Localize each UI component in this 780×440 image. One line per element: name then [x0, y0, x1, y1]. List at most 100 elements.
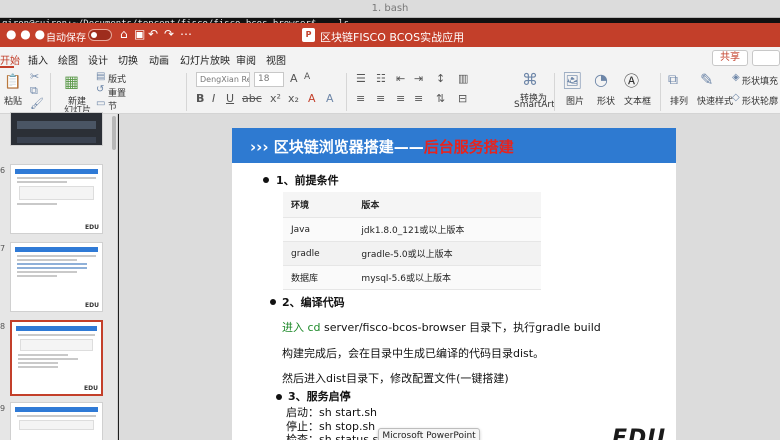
shape-label: 形状 — [597, 97, 616, 107]
tab-design[interactable]: 设计 — [88, 52, 108, 67]
reset-icon[interactable]: ↺ — [96, 84, 104, 95]
tab-view[interactable]: 视图 — [266, 52, 286, 67]
tab-animations[interactable]: 动画 — [149, 52, 169, 67]
section-compile[interactable]: 2、编译代码 — [282, 294, 345, 310]
build-note[interactable]: 构建完成后，会在目录中生成已编译的代码目录dist。 — [282, 345, 544, 361]
status-command[interactable]: 检查：sh status.sh — [286, 431, 385, 440]
thumbnail-watermark: EDU — [85, 224, 99, 231]
section-service[interactable]: 3、服务启停 — [288, 388, 351, 404]
table-cell: Java — [283, 217, 354, 242]
shape-fill-icon[interactable]: ◈ — [732, 72, 740, 83]
thumbnail-watermark: EDU — [85, 302, 99, 309]
textbox-label: 文本框 — [624, 97, 652, 107]
section-prerequisites[interactable]: 1、前提条件 — [276, 172, 339, 188]
more-icon[interactable]: ⋯ — [180, 27, 192, 41]
tab-review[interactable]: 审阅 — [236, 52, 256, 67]
arrange-icon[interactable]: ⧉ — [668, 72, 678, 88]
save-icon[interactable]: ▣ — [134, 27, 145, 41]
slide-thumbnail-selected[interactable]: EDU — [10, 320, 103, 396]
bold-icon[interactable]: B — [196, 92, 204, 105]
increase-indent-icon[interactable]: ⇥ — [414, 72, 423, 85]
paste-icon[interactable]: 📋 — [4, 74, 21, 90]
command-path: server/fisco-bcos-browser 目录下，执行 — [320, 321, 536, 334]
document-title: 区块链FISCO BCOS实战应用 — [320, 31, 465, 44]
superscript-icon[interactable]: x² — [270, 92, 281, 105]
edu-watermark: EDU — [612, 426, 667, 440]
share-button[interactable]: 共享 — [712, 50, 748, 66]
slide-thumbnail[interactable]: EDU — [10, 164, 103, 234]
textbox-icon[interactable]: Ⓐ — [624, 70, 639, 91]
numbering-icon[interactable]: ☷ — [376, 72, 386, 85]
slide-number: 6 — [0, 166, 6, 175]
autosave-label: 自动保存 — [46, 33, 86, 44]
underline-icon[interactable]: U — [226, 92, 234, 105]
smartart-label-2: SmartArt — [514, 100, 555, 110]
align-text-icon[interactable]: ⊟ — [458, 92, 467, 105]
table-header: 版本 — [353, 192, 541, 218]
environment-table[interactable]: 环境 版本 Java jdk1.8.0_121或以上版本 gradle grad… — [283, 192, 541, 290]
table-row: gradle gradle-5.0或以上版本 — [283, 241, 541, 266]
cut-icon[interactable]: ✂ — [30, 70, 39, 83]
arrange-label: 排列 — [670, 97, 689, 107]
text-effects-icon[interactable]: A — [326, 92, 334, 105]
font-name-select[interactable]: DengXian Regular (正文) — [196, 72, 250, 87]
line-spacing-icon[interactable]: ↕ — [436, 72, 445, 85]
tab-transitions[interactable]: 切换 — [118, 52, 138, 67]
decrease-indent-icon[interactable]: ⇤ — [396, 72, 405, 85]
shape-outline-button[interactable]: 形状轮廓 — [742, 94, 778, 107]
active-tab-indicator — [0, 66, 14, 68]
config-note[interactable]: 然后进入dist目录下，修改配置文件(一键搭建) — [282, 370, 509, 386]
shrink-font-icon[interactable]: A — [304, 72, 310, 82]
shape-icon[interactable]: ◔ — [594, 70, 608, 89]
comments-button[interactable] — [752, 50, 780, 66]
slide-thumbnail[interactable] — [10, 112, 103, 146]
bullets-icon[interactable]: ☰ — [356, 72, 366, 85]
quick-styles-icon[interactable]: ✎ — [700, 70, 713, 89]
slide-thumbnails-panel[interactable]: 6 EDU 7 EDU 8 EDU 9 — [0, 112, 118, 440]
shape-outline-icon[interactable]: ◇ — [732, 92, 740, 103]
text-direction-icon[interactable]: ⇅ — [436, 92, 445, 105]
ribbon-separator — [186, 73, 187, 111]
app-tooltip: Microsoft PowerPoint — [378, 428, 480, 440]
columns-icon[interactable]: ▥ — [458, 72, 468, 85]
reset-button[interactable]: 重置 — [108, 86, 126, 99]
new-slide-icon[interactable]: ▦ — [64, 72, 79, 91]
picture-icon[interactable]: 🖼 — [562, 71, 582, 90]
layout-icon[interactable]: ▤ — [96, 71, 105, 82]
tab-home[interactable]: 开始 — [0, 52, 20, 67]
align-center-icon[interactable]: ≡ — [376, 92, 385, 105]
window-controls-icon[interactable]: ● ● ● — [6, 27, 45, 41]
thumbnail-watermark: EDU — [84, 385, 98, 392]
shape-fill-button[interactable]: 形状填充 — [742, 74, 778, 87]
slide-title[interactable]: ››› 区块链浏览器搭建——后台服务搭建 — [250, 136, 514, 157]
font-size-select[interactable]: 18 — [254, 72, 284, 87]
subscript-icon[interactable]: x₂ — [288, 92, 299, 105]
compile-command-line[interactable]: 进入 cd server/fisco-bcos-browser 目录下，执行gr… — [282, 319, 601, 335]
slide-number: 8 — [0, 322, 6, 331]
section-button[interactable]: 节 — [108, 99, 117, 112]
table-cell: gradle — [283, 241, 354, 266]
tab-draw[interactable]: 绘图 — [58, 52, 78, 67]
align-left-icon[interactable]: ≡ — [356, 92, 365, 105]
redo-icon[interactable]: ↷ — [164, 27, 174, 41]
thumbnail-scrollbar[interactable] — [112, 116, 116, 150]
slide-thumbnail[interactable] — [10, 402, 103, 440]
tab-insert[interactable]: 插入 — [28, 52, 48, 67]
undo-icon[interactable]: ↶ — [148, 27, 158, 41]
strikethrough-icon[interactable]: abc — [242, 92, 262, 105]
home-icon[interactable]: ⌂ — [120, 27, 128, 41]
justify-icon[interactable]: ≡ — [414, 92, 423, 105]
slide-thumbnail[interactable]: EDU — [10, 242, 103, 312]
italic-icon[interactable]: I — [212, 92, 215, 105]
layout-button[interactable]: 版式 — [108, 72, 126, 85]
format-painter-icon[interactable]: 🖌 — [30, 97, 44, 110]
section-icon[interactable]: ▭ — [96, 98, 105, 109]
align-right-icon[interactable]: ≡ — [396, 92, 405, 105]
command-build: gradle build — [535, 321, 601, 334]
font-color-icon[interactable]: A — [308, 92, 316, 105]
tab-slideshow[interactable]: 幻灯片放映 — [180, 52, 230, 67]
grow-font-icon[interactable]: A — [290, 72, 298, 85]
copy-icon[interactable]: ⧉ — [30, 84, 38, 98]
smartart-icon[interactable]: ⌘ — [522, 70, 538, 89]
autosave-toggle[interactable] — [88, 29, 112, 41]
